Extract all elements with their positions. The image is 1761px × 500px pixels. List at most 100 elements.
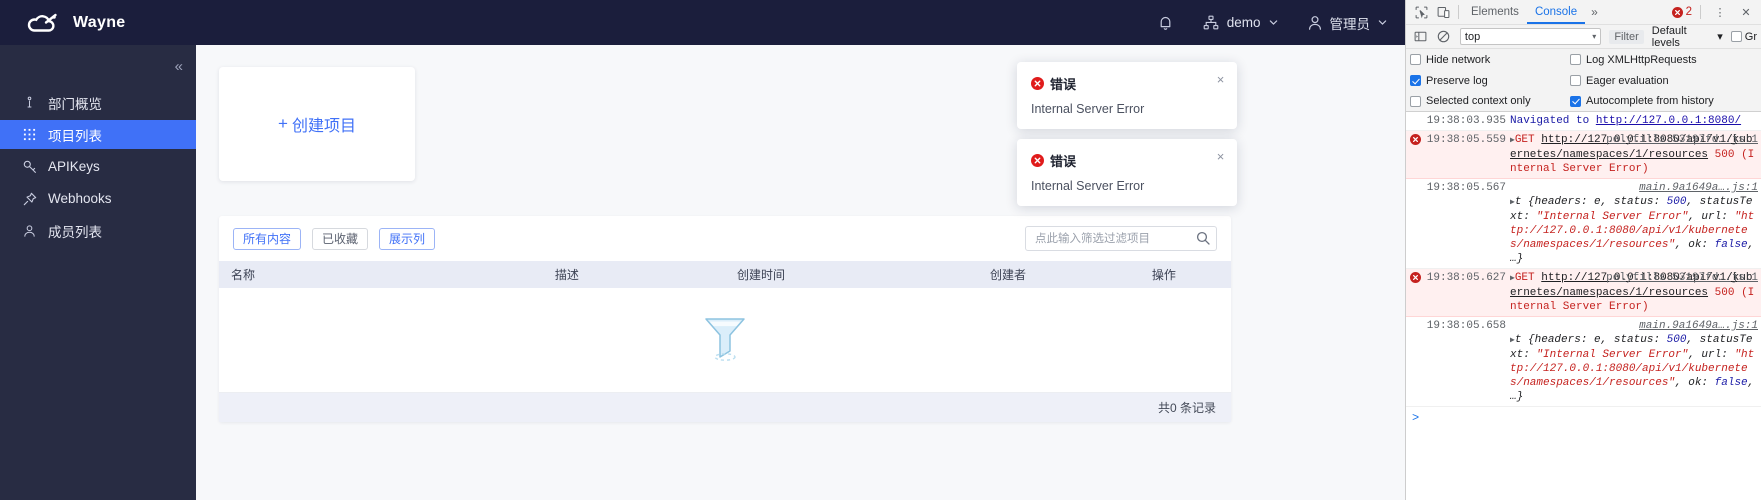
record-count: 共0 条记录 [1157,400,1216,415]
table-header-creator[interactable]: 创建者 [977,261,1140,288]
close-icon[interactable]: ✕ [1735,2,1757,22]
log-levels-dropdown[interactable]: Default levels ▾ [1652,25,1723,49]
org-selector[interactable]: demo [1203,15,1278,31]
filter-all-button[interactable]: 所有内容 [233,227,302,250]
log-ok-value: false [1714,377,1748,389]
log-timestamp: 19:38:03.935 [1426,115,1506,127]
sidebar-item-apikeys[interactable]: APIKeys [0,152,196,181]
sidebar-item-members[interactable]: 成员列表 [0,216,196,245]
log-status-text: "Internal Server Error" [1536,211,1689,223]
log-source-link[interactable]: main.9a1649a….js:1 [1639,319,1758,333]
brand[interactable]: Wayne [26,12,125,34]
log-status-code: 500 [1714,287,1735,299]
autocomplete-history-checkbox[interactable] [1570,95,1581,107]
option-hide-network[interactable]: Hide network [1410,54,1570,66]
column-display-button[interactable]: 展示列 [379,227,436,250]
log-source-link[interactable]: polyfills.53197fd….js:1 [1606,271,1758,285]
tab-elements[interactable]: Elements [1463,0,1527,24]
user-label: 管理员 [1329,16,1371,32]
log-object-text-3: , url: [1688,349,1735,361]
option-eager-evaluation[interactable]: Eager evaluation [1570,75,1669,87]
filter-favorites-button[interactable]: 已收藏 [312,227,369,250]
log-message: main.9a1649a….js:1 ▶t {headers: e, status… [1510,181,1761,266]
search-icon[interactable] [1196,231,1210,245]
device-toolbar-icon[interactable] [1432,2,1454,22]
inspect-element-icon[interactable] [1410,2,1432,22]
toast-title: 错误 [1050,77,1077,92]
group-similar-option[interactable]: Gr [1730,31,1757,43]
close-icon[interactable]: × [1214,150,1227,163]
user-icon [22,223,37,238]
user-icon [1308,15,1322,31]
toast-message: Internal Server Error [1031,102,1145,116]
log-status-code: 500 [1666,334,1687,346]
selected-context-only-checkbox[interactable] [1410,95,1421,107]
option-label: Selected context only [1426,95,1531,107]
console-prompt[interactable]: > [1406,407,1761,429]
console-settings-row-3: Selected context only Autocomplete from … [1406,91,1761,112]
log-nav-prefix: Navigated to [1510,115,1596,127]
clear-console-icon[interactable] [1433,27,1454,47]
panel-toolbar: 所有内容 已收藏 展示列 [219,216,1231,261]
console-log-entry[interactable]: 19:38:05.567 main.9a1649a….js:1 ▶t {heade… [1406,179,1761,269]
option-log-xhr[interactable]: Log XMLHttpRequests [1570,54,1697,66]
log-source-link[interactable]: main.9a1649a….js:1 [1639,181,1758,195]
toolbar-divider [1458,5,1459,19]
hide-network-checkbox[interactable] [1410,54,1421,65]
log-source-link[interactable]: polyfills.53197fd….js:1 [1606,133,1758,147]
table-header-created-time[interactable]: 创建时间 [724,261,978,288]
console-log-entry[interactable]: 19:38:05.627 polyfills.53197fd….js:1 ▶GET… [1406,269,1761,317]
console-filter-input[interactable]: Filter [1609,29,1644,44]
kebab-menu-icon[interactable]: ⋮ [1709,2,1731,22]
console-log-list: 19:38:03.935 Navigated to http://127.0.0… [1406,112,1761,429]
close-icon[interactable]: × [1214,73,1227,86]
table-empty-row [219,288,1231,393]
sidebar: « 部门概览 项目列表 APIKeys Webhooks 成员列表 [0,45,196,500]
option-label: Preserve log [1426,74,1488,87]
execution-context-select[interactable]: top ▾ [1459,28,1602,45]
sitemap-icon [1203,15,1219,31]
log-status-code: 500 [1714,149,1735,161]
search-input[interactable] [1025,226,1217,251]
option-label: Log XMLHttpRequests [1586,53,1697,66]
console-log-entry[interactable]: 19:38:03.935 Navigated to http://127.0.0… [1406,112,1761,131]
console-sidebar-icon[interactable] [1410,27,1431,47]
user-menu[interactable]: 管理员 [1308,13,1388,33]
notifications-button[interactable] [1158,15,1173,31]
table-footer: 共0 条记录 [219,392,1231,422]
table-header-name[interactable]: 名称 [219,261,543,288]
sidebar-item-label: 项目列表 [48,128,102,144]
execution-context-value: top [1464,30,1481,43]
log-levels-label: Default levels [1651,24,1687,49]
option-preserve-log[interactable]: Preserve log [1410,75,1570,87]
sidebar-item-overview[interactable]: 部门概览 [0,88,196,117]
create-project-card[interactable]: + 创建项目 [219,67,415,181]
console-log-entry[interactable]: 19:38:05.658 main.9a1649a….js:1 ▶t {heade… [1406,317,1761,407]
console-settings-row-1: Hide network Log XMLHttpRequests [1406,49,1761,70]
create-project-label: 创建项目 [291,118,356,135]
error-circle-icon [1671,6,1683,18]
tab-console[interactable]: Console [1526,0,1586,24]
log-message: Navigated to http://127.0.0.1:8080/ [1510,114,1761,128]
collapse-sidebar-button[interactable]: « [175,59,183,74]
error-count-badge[interactable]: 2 [1671,6,1692,18]
eager-evaluation-checkbox[interactable] [1570,75,1581,86]
toast-title-row: 错误 [1031,151,1203,170]
top-navbar: Wayne demo 管理员 [0,0,1405,45]
preserve-log-checkbox[interactable] [1410,75,1421,86]
log-xhr-checkbox[interactable] [1570,54,1581,65]
option-autocomplete-history[interactable]: Autocomplete from history [1570,95,1714,107]
option-selected-context-only[interactable]: Selected context only [1410,95,1570,107]
grid-icon [22,127,37,142]
table-header-description[interactable]: 描述 [542,261,725,288]
table-body [219,288,1231,393]
log-url-link[interactable]: http://127.0.0.1:8080/ [1596,115,1741,127]
sidebar-item-project-list[interactable]: 项目列表 [0,120,196,149]
more-tabs-icon[interactable]: » [1585,5,1604,19]
console-settings-row-2: Preserve log Eager evaluation [1406,70,1761,91]
console-log-entry[interactable]: 19:38:05.559 polyfills.53197fd….js:1 ▶GET… [1406,131,1761,179]
table-header-actions[interactable]: 操作 [1139,261,1231,288]
log-level-icon [1406,319,1424,404]
sidebar-item-webhooks[interactable]: Webhooks [0,184,196,213]
group-similar-checkbox[interactable] [1730,31,1742,42]
